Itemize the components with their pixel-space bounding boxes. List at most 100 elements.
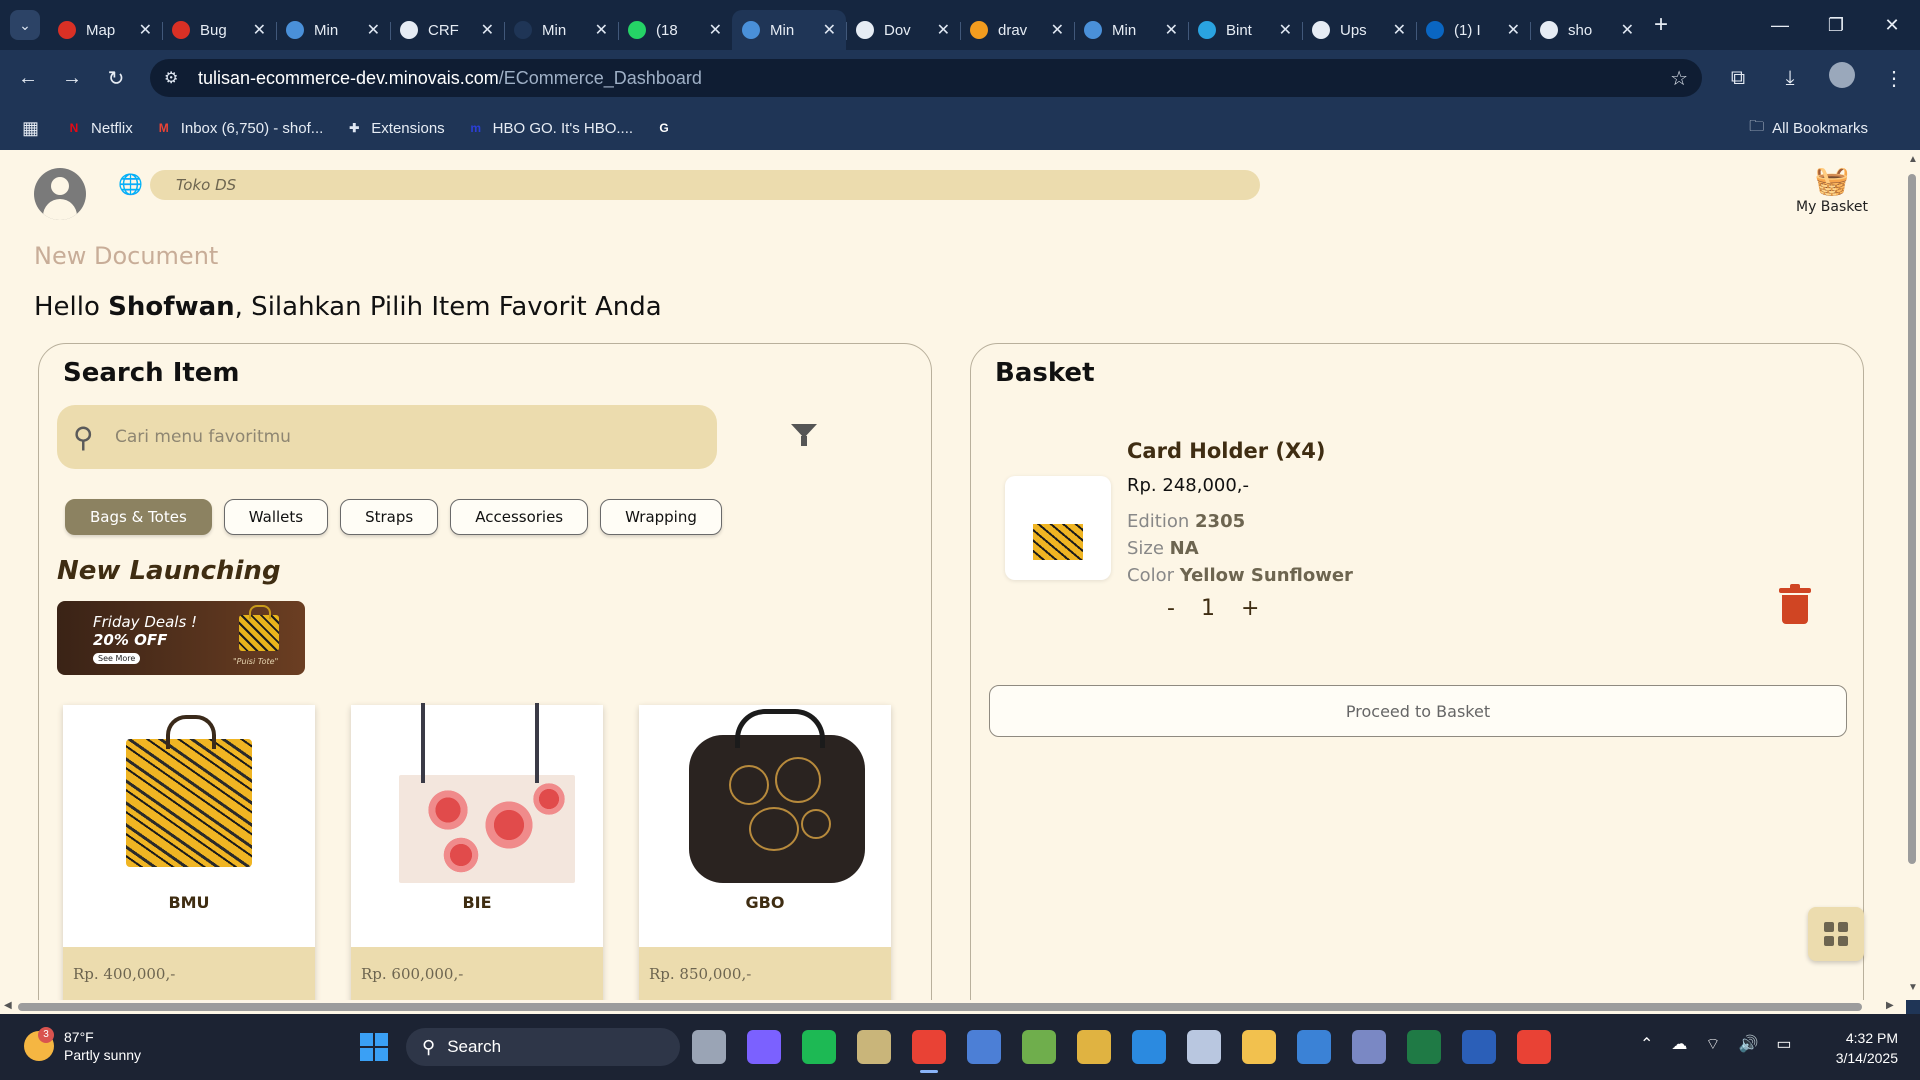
browser-tab[interactable]: Min ✕ — [276, 10, 390, 50]
weather-widget[interactable]: 3 87°F Partly sunny — [24, 1027, 141, 1064]
category-chip[interactable]: Wallets — [223, 499, 329, 535]
browser-tab[interactable]: Dov ✕ — [846, 10, 960, 50]
product-card[interactable]: BIE Rp. 600,000,- — [351, 703, 603, 1000]
volume-icon[interactable]: 🔊 — [1738, 1034, 1758, 1054]
close-tab-icon[interactable]: ✕ — [937, 20, 950, 40]
my-basket-button[interactable]: 🧺 My Basket — [1792, 164, 1872, 215]
category-chip[interactable]: Straps — [340, 499, 439, 535]
vertical-scroll-thumb[interactable] — [1908, 174, 1916, 864]
link-icon[interactable] — [1352, 1030, 1386, 1064]
tab-search-button[interactable]: ⌄ — [10, 10, 40, 40]
close-tab-icon[interactable]: ✕ — [139, 20, 152, 40]
increase-quantity-button[interactable]: + — [1241, 596, 1259, 621]
bookmark-item[interactable]: M Inbox (6,750) - shof... — [155, 119, 324, 137]
browser-tab[interactable]: Bint ✕ — [1188, 10, 1302, 50]
browser-tab[interactable]: Min ✕ — [504, 10, 618, 50]
bookmark-item[interactable]: m HBO GO. It's HBO.... — [467, 119, 633, 137]
extensions-icon[interactable]: ⧉ — [1712, 67, 1764, 90]
browser-tab[interactable]: Min ✕ — [1074, 10, 1188, 50]
address-bar[interactable]: ⚙ tulisan-ecommerce-dev.minovais.com/ECo… — [150, 59, 1702, 97]
horizontal-scrollbar[interactable]: ◀ ▶ — [0, 1000, 1906, 1014]
wifi-icon[interactable]: ⌔ — [1705, 1034, 1720, 1054]
decrease-quantity-button[interactable]: - — [1167, 596, 1175, 621]
copilot-icon[interactable] — [747, 1030, 781, 1064]
minimize-button[interactable]: — — [1752, 15, 1808, 36]
scroll-down-arrow[interactable]: ▼ — [1906, 982, 1920, 993]
close-tab-icon[interactable]: ✕ — [1621, 20, 1634, 40]
search-input[interactable] — [115, 427, 675, 447]
onedrive-icon[interactable]: ☁ — [1671, 1034, 1687, 1054]
remote-desktop-icon[interactable] — [967, 1030, 1001, 1064]
taskbar-search[interactable]: ⚲ Search — [406, 1028, 680, 1066]
close-tab-icon[interactable]: ✕ — [481, 20, 494, 40]
image-viewer-icon[interactable] — [1022, 1030, 1056, 1064]
filter-icon[interactable] — [791, 424, 817, 446]
promo-banner[interactable]: Friday Deals ! 20% OFF See More "Puisi T… — [57, 601, 305, 675]
chrome-profile-icon[interactable] — [1517, 1030, 1551, 1064]
browser-tab[interactable]: Ups ✕ — [1302, 10, 1416, 50]
proceed-to-basket-button[interactable]: Proceed to Basket — [989, 685, 1847, 737]
chevron-up-icon[interactable]: ⌃ — [1640, 1034, 1653, 1054]
category-chip[interactable]: Wrapping — [600, 499, 722, 535]
browser-tab[interactable]: (1) I ✕ — [1416, 10, 1530, 50]
back-button[interactable]: ← — [6, 67, 50, 90]
product-card[interactable]: GBO Rp. 850,000,- — [639, 705, 891, 1000]
file-explorer-icon[interactable] — [1242, 1030, 1276, 1064]
close-tab-icon[interactable]: ✕ — [1393, 20, 1406, 40]
chrome-menu-icon[interactable]: ⋮ — [1868, 66, 1920, 91]
store-selector[interactable]: Toko DS — [150, 170, 1260, 200]
word-icon[interactable] — [1462, 1030, 1496, 1064]
all-bookmarks[interactable]: 🗀 All Bookmarks — [1749, 116, 1868, 141]
scroll-up-arrow[interactable]: ▲ — [1906, 154, 1920, 165]
browser-tab[interactable]: Min ✕ — [732, 10, 846, 50]
close-tab-icon[interactable]: ✕ — [595, 20, 608, 40]
browser-tab[interactable]: CRF ✕ — [390, 10, 504, 50]
category-chip[interactable]: Bags & Totes — [65, 499, 212, 535]
notes-icon[interactable] — [1297, 1030, 1331, 1064]
close-tab-icon[interactable]: ✕ — [1165, 20, 1178, 40]
paint-icon[interactable] — [1077, 1030, 1111, 1064]
product-card[interactable]: BMU Rp. 400,000,- — [63, 705, 315, 1000]
site-info-icon[interactable]: ⚙ — [164, 68, 178, 88]
browser-tab[interactable]: sho ✕ — [1530, 10, 1644, 50]
close-tab-icon[interactable]: ✕ — [1279, 20, 1292, 40]
browser-tab[interactable]: (18 ✕ — [618, 10, 732, 50]
close-tab-icon[interactable]: ✕ — [709, 20, 722, 40]
banner-see-more-button[interactable]: See More — [93, 653, 141, 664]
tools-icon[interactable] — [857, 1030, 891, 1064]
browser-tab[interactable]: Bug ✕ — [162, 10, 276, 50]
downloads-icon[interactable]: ⤓ — [1764, 67, 1816, 90]
bookmark-item[interactable]: G — [655, 119, 681, 137]
trash-icon[interactable] — [1779, 584, 1811, 624]
close-tab-icon[interactable]: ✕ — [1507, 20, 1520, 40]
clock[interactable]: 4:32 PM 3/14/2025 — [1808, 1028, 1898, 1068]
scroll-left-arrow[interactable]: ◀ — [4, 1000, 12, 1011]
close-tab-icon[interactable]: ✕ — [823, 20, 836, 40]
notepad-icon[interactable] — [1187, 1030, 1221, 1064]
category-chip[interactable]: Accessories — [450, 499, 589, 535]
browser-tab[interactable]: Map ✕ — [48, 10, 162, 50]
task-view-icon[interactable] — [692, 1030, 726, 1064]
apps-grid-icon[interactable]: ▦ — [22, 118, 39, 139]
user-avatar[interactable] — [34, 168, 86, 220]
bookmark-star-icon[interactable]: ☆ — [1670, 66, 1688, 91]
close-window-button[interactable]: ✕ — [1864, 15, 1920, 36]
spotify-icon[interactable] — [802, 1030, 836, 1064]
profile-avatar[interactable] — [1816, 62, 1868, 94]
bookmark-item[interactable]: ✚ Extensions — [345, 119, 444, 137]
scroll-right-arrow[interactable]: ▶ — [1886, 1000, 1894, 1011]
forward-button[interactable]: → — [50, 67, 94, 90]
battery-icon[interactable]: ▭ — [1776, 1034, 1791, 1054]
reload-button[interactable]: ↻ — [94, 66, 138, 91]
vscode-icon[interactable] — [1132, 1030, 1166, 1064]
new-tab-button[interactable]: + — [1654, 11, 1668, 39]
horizontal-scroll-thumb[interactable] — [18, 1003, 1862, 1011]
chrome-icon[interactable] — [912, 1030, 946, 1073]
bookmark-item[interactable]: N Netflix — [65, 119, 133, 137]
start-button[interactable] — [360, 1033, 388, 1061]
restore-button[interactable]: ❐ — [1808, 15, 1864, 36]
close-tab-icon[interactable]: ✕ — [253, 20, 266, 40]
browser-tab[interactable]: drav ✕ — [960, 10, 1074, 50]
globe-icon[interactable]: 🌐 — [118, 172, 143, 196]
close-tab-icon[interactable]: ✕ — [1051, 20, 1064, 40]
